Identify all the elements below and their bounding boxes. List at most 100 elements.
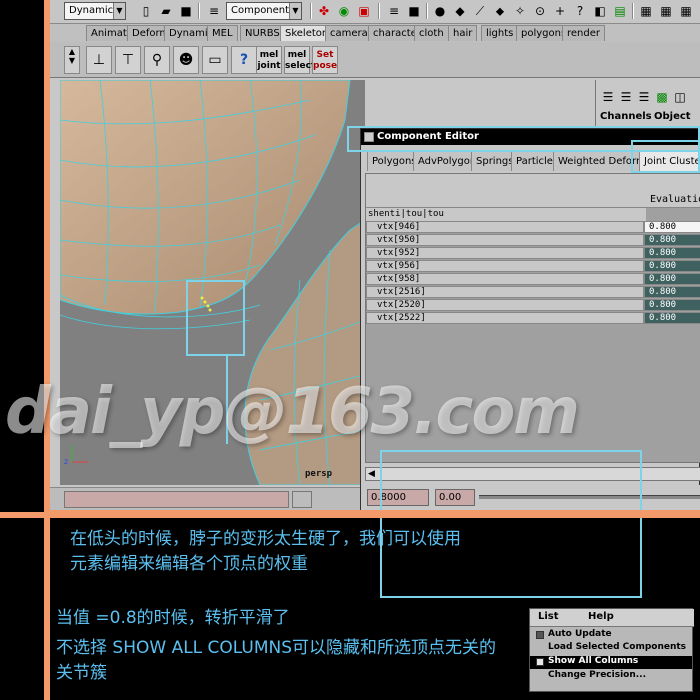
open-scene-icon[interactable]: ▰	[158, 3, 174, 19]
pivot-mask-icon[interactable]: ⊙	[532, 3, 548, 19]
mel-joint-top-label: mel	[259, 50, 279, 60]
snap-point-icon[interactable]: ▦	[678, 3, 694, 19]
auto-update-label: Auto Update	[548, 629, 612, 639]
change-precision-label: Change Precision...	[548, 670, 647, 680]
caption-line-5: 关节簇	[56, 663, 107, 683]
snap-menu-icon[interactable]: ≡	[386, 3, 402, 19]
table-row[interactable]: vtx[2520] 0.800	[366, 299, 700, 312]
tool-settings-icon[interactable]: ▩	[654, 89, 670, 105]
list-menu-popup: List Help Auto Update Load Selected Comp…	[529, 608, 694, 692]
menu-item-change-precision[interactable]: Change Precision...	[530, 670, 692, 683]
menu-item-auto-update[interactable]: Auto Update	[530, 629, 692, 642]
mel-command-field[interactable]	[64, 491, 289, 508]
table-row[interactable]: vtx[956] 0.800	[366, 260, 700, 273]
table-row[interactable]: vtx[950] 0.800	[366, 234, 700, 247]
ik-spline-icon[interactable]: ⚲	[144, 46, 170, 74]
snap-curve-icon[interactable]: ▦	[658, 3, 674, 19]
evaluation-column-header[interactable]: Evaluation	[650, 194, 700, 205]
panel-toggle-icon[interactable]: ◫	[672, 89, 688, 105]
vertex-mask-icon[interactable]: ●	[432, 3, 448, 19]
table-row[interactable]: vtx[958] 0.800	[366, 273, 700, 286]
joint-cluster-column-header[interactable]: shenti|tou|tou	[366, 208, 646, 221]
lock-mask-icon[interactable]: ◧	[592, 3, 608, 19]
save-scene-icon[interactable]: ■	[178, 3, 194, 19]
attribute-editor-icon[interactable]: ☰	[636, 89, 652, 105]
feedback-field	[292, 491, 312, 508]
weight-value-cell[interactable]: 0.800	[644, 286, 700, 298]
shelf-tab-lights[interactable]: lights	[481, 25, 519, 41]
face-mask-icon[interactable]: ⬥	[492, 3, 508, 19]
toolbar-separator	[632, 3, 634, 19]
set-pose-bottom-label: pose	[313, 61, 338, 71]
set-pose-top-label: Set	[316, 50, 334, 60]
list-menu[interactable]: List	[538, 611, 559, 622]
help-icon[interactable]: ?	[231, 46, 257, 74]
shelf-tab-hair[interactable]: hair	[448, 25, 478, 41]
selection-mode-value: Components	[231, 5, 295, 16]
select-by-component-icon[interactable]: ▣	[356, 3, 372, 19]
set-pose-button[interactable]: Set pose	[312, 46, 338, 74]
selection-mask-icon[interactable]: ≡	[206, 3, 222, 19]
channel-box-icon[interactable]: ☰	[600, 89, 616, 105]
curve-mask-icon[interactable]: ⟋	[472, 3, 488, 19]
joint-tool-icon[interactable]: ⊥	[86, 46, 112, 74]
chevron-down-icon: ▼	[113, 3, 125, 19]
component-name-cell[interactable]: vtx[2516]	[366, 286, 644, 298]
mel-joint-bottom-label: joint	[257, 61, 281, 71]
weight-value-cell[interactable]: 0.800	[644, 247, 700, 259]
select-by-hierarchy-icon[interactable]: ✤	[316, 3, 332, 19]
component-name-cell[interactable]: vtx[958]	[366, 273, 644, 285]
new-scene-icon[interactable]: ▯	[138, 3, 154, 19]
scroll-left-arrow-icon[interactable]: ◀	[368, 469, 375, 479]
handle-mask-icon[interactable]: +	[552, 3, 568, 19]
paint-weights-icon[interactable]: ▭	[202, 46, 228, 74]
bind-skin-icon[interactable]: ☻	[173, 46, 199, 74]
component-name-cell[interactable]: vtx[956]	[366, 260, 644, 272]
shelf-tab-render[interactable]: render	[562, 25, 605, 41]
component-name-cell[interactable]: vtx[946]	[366, 221, 644, 233]
shelf-tab-nurbs[interactable]: NURBS	[240, 25, 285, 41]
table-row[interactable]: vtx[952] 0.800	[366, 247, 700, 260]
ik-handle-icon[interactable]: ⊤	[115, 46, 141, 74]
menu-item-show-all-columns[interactable]: Show All Columns	[530, 656, 692, 669]
table-row[interactable]: vtx[2522] 0.800	[366, 312, 700, 325]
layer-editor-icon[interactable]: ☰	[618, 89, 634, 105]
target-mask-icon[interactable]: ✧	[512, 3, 528, 19]
component-name-cell[interactable]: vtx[950]	[366, 234, 644, 246]
menu-item-load-selected[interactable]: Load Selected Components	[530, 642, 692, 655]
component-name-cell[interactable]: vtx[952]	[366, 247, 644, 259]
component-name-cell[interactable]: vtx[2522]	[366, 312, 644, 324]
snap-grid-icon[interactable]: ▦	[638, 3, 654, 19]
menu-set-value: Dynamics	[69, 5, 119, 16]
toolbar-separator	[426, 3, 428, 19]
table-row[interactable]: vtx[946] 0.800	[366, 221, 700, 234]
edge-mask-icon[interactable]: ◆	[452, 3, 468, 19]
table-row[interactable]: vtx[2516] 0.800	[366, 286, 700, 299]
weight-value-cell[interactable]: 0.800	[644, 221, 700, 233]
mel-select-button[interactable]: mel select	[284, 46, 315, 74]
annotation-box-vertices	[186, 280, 245, 356]
load-selected-label: Load Selected Components	[548, 642, 687, 652]
caption-line-3: 当值 =0.8的时候，转折平滑了	[56, 608, 290, 628]
point-mask-icon[interactable]: ■	[406, 3, 422, 19]
menu-set-dropdown[interactable]: Dynamics ▼	[64, 2, 126, 20]
weight-value-cell[interactable]: 0.800	[644, 312, 700, 324]
select-by-object-icon[interactable]: ◉	[336, 3, 352, 19]
channels-menu[interactable]: Channels	[600, 111, 652, 122]
shelf-tab-mel[interactable]: MEL	[207, 25, 238, 41]
weight-value-cell[interactable]: 0.800	[644, 234, 700, 246]
toolbar-separator	[310, 3, 312, 19]
weight-value-cell[interactable]: 0.800	[644, 260, 700, 272]
selection-mode-dropdown[interactable]: Components ▼	[226, 2, 302, 20]
object-menu[interactable]: Object	[654, 111, 691, 122]
component-name-cell[interactable]: vtx[2520]	[366, 299, 644, 311]
caption-line-2: 元素编辑来编辑各个顶点的权重	[70, 554, 308, 574]
shelf-menu-button[interactable]: ▲ ▼	[64, 46, 80, 74]
shelf-tab-cloth[interactable]: cloth	[414, 25, 449, 41]
weight-value-cell[interactable]: 0.800	[644, 299, 700, 311]
help-menu[interactable]: Help	[588, 611, 614, 622]
render-mask-icon[interactable]: ▤	[612, 3, 628, 19]
mel-joint-button[interactable]: mel joint	[256, 46, 282, 74]
question-mask-icon[interactable]: ?	[572, 3, 588, 19]
weight-value-cell[interactable]: 0.800	[644, 273, 700, 285]
